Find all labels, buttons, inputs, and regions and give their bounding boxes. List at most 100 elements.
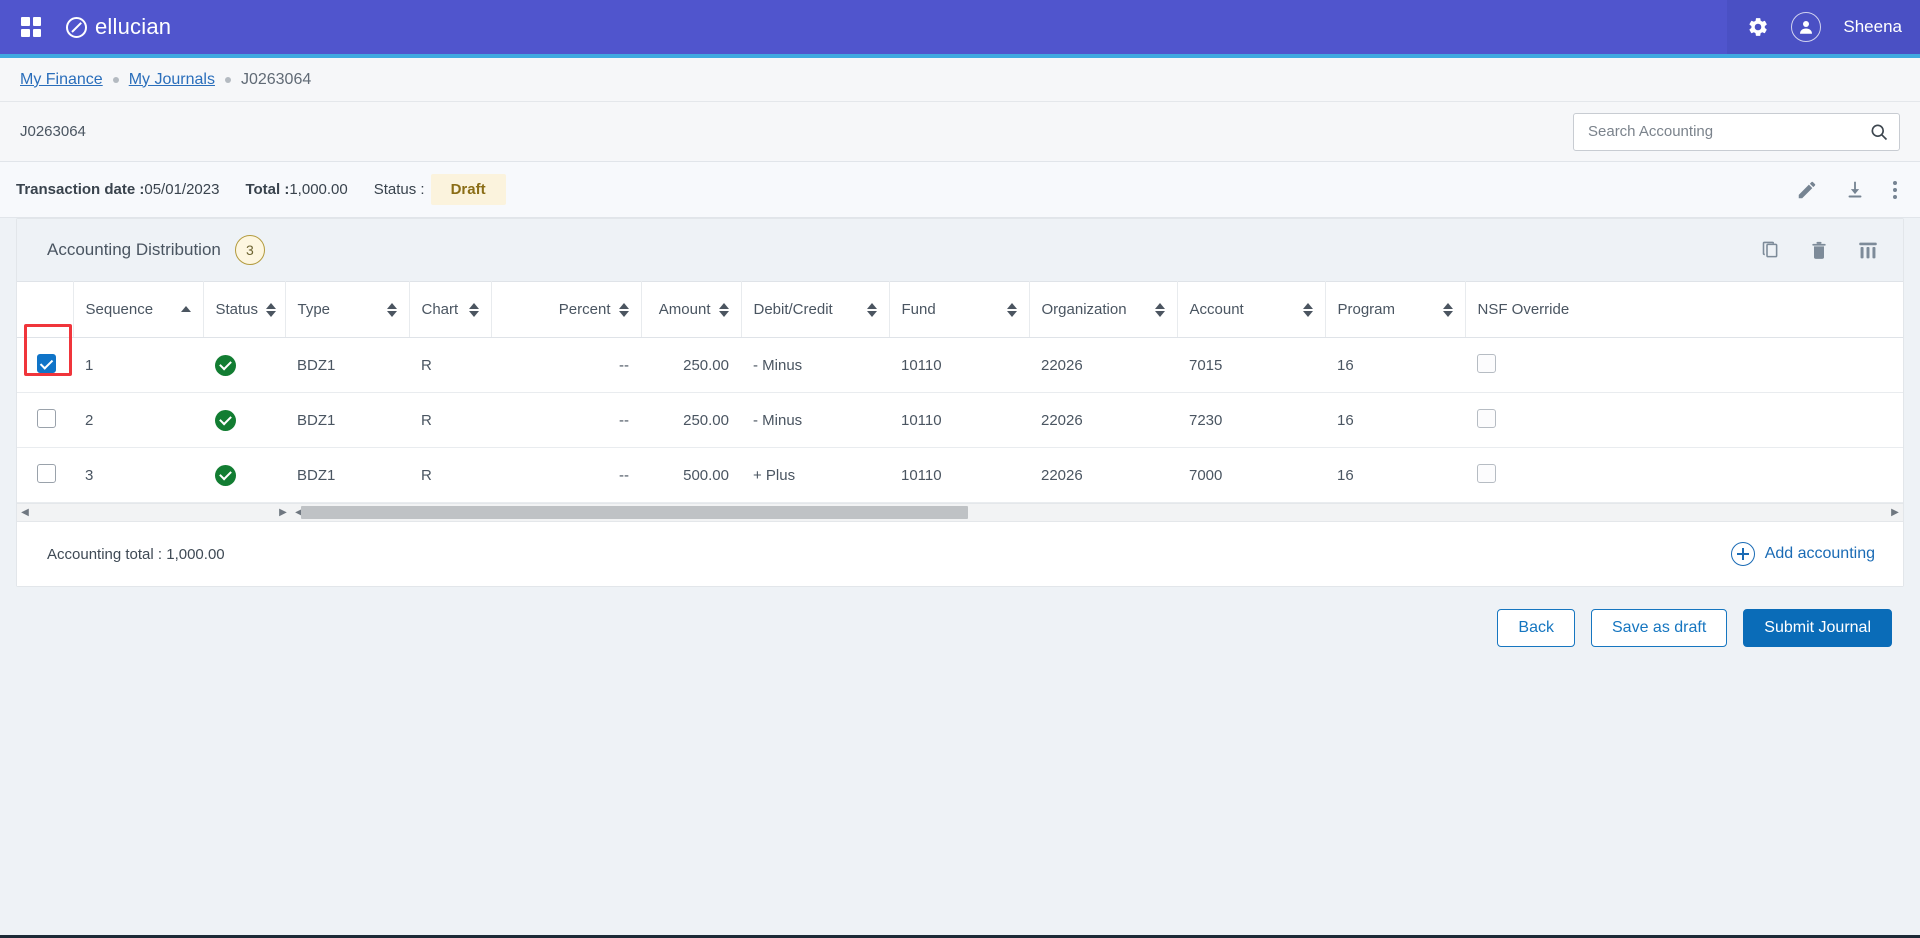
edit-icon[interactable] (1796, 179, 1818, 201)
column-header-percent[interactable]: Percent (491, 281, 642, 338)
nsf-override-checkbox[interactable] (1477, 408, 1496, 428)
sort-toggle-debit-credit[interactable] (866, 302, 877, 317)
column-header-debit-credit[interactable]: Debit/Credit (741, 281, 890, 338)
table-row[interactable]: 1 BDZ1 R -- 250.00 - Minus 10110 22026 7… (17, 337, 1903, 393)
nsf-override-checkbox[interactable] (1477, 353, 1496, 373)
cell-type: BDZ1 (285, 447, 409, 503)
gear-icon[interactable] (1747, 16, 1769, 38)
delete-icon[interactable] (1809, 240, 1829, 261)
sort-toggle-sequence[interactable] (180, 305, 191, 314)
row-select-checkbox[interactable] (37, 353, 56, 373)
cell-chart: R (409, 337, 491, 393)
sort-toggle-type[interactable] (386, 302, 397, 317)
sort-toggle-status[interactable] (266, 302, 277, 317)
scrollbar-thumb[interactable] (301, 506, 968, 519)
column-header-select (17, 281, 74, 338)
section-count-badge: 3 (234, 235, 265, 265)
scroll-left-arrow-icon[interactable]: ◀ (17, 507, 33, 518)
user-avatar-icon[interactable] (1791, 12, 1822, 42)
copy-icon[interactable] (1760, 240, 1781, 261)
cell-program: 16 (1325, 392, 1465, 448)
table-row[interactable]: 3 BDZ1 R -- 500.00 + Plus 10110 22026 70… (17, 447, 1903, 503)
column-label-amount: Amount (658, 301, 711, 318)
column-header-amount[interactable]: Amount (641, 281, 742, 338)
column-header-account[interactable]: Account (1177, 281, 1326, 338)
cell-sequence: 2 (73, 392, 203, 448)
table-header-row: Sequence Status Type Chart Percent Amoun… (17, 281, 1903, 338)
breadcrumb-item-my-journals[interactable]: My Journals (129, 71, 215, 89)
cell-nsf-override[interactable] (1465, 337, 1903, 393)
row-select-cell[interactable] (17, 447, 73, 503)
status-badge: Draft (430, 174, 506, 205)
search-icon[interactable] (1869, 122, 1889, 142)
column-label-nsf-override: NSF Override (1477, 301, 1570, 318)
cell-debit-credit: - Minus (741, 337, 889, 393)
status-valid-icon (215, 409, 236, 431)
row-select-checkbox[interactable] (37, 408, 56, 428)
search-input[interactable] (1586, 122, 1869, 141)
row-select-cell[interactable] (17, 392, 73, 448)
save-as-draft-button[interactable]: Save as draft (1591, 609, 1728, 647)
sort-toggle-percent[interactable] (618, 302, 629, 317)
column-header-fund[interactable]: Fund (889, 281, 1030, 338)
column-header-sequence[interactable]: Sequence (73, 281, 204, 338)
column-header-chart[interactable]: Chart (409, 281, 492, 338)
column-header-program[interactable]: Program (1325, 281, 1466, 338)
cell-percent: -- (491, 337, 641, 393)
scroll-right-arrow-icon[interactable]: ▶ (1887, 507, 1903, 518)
scrollbar-track[interactable]: ▶ ◀ (33, 504, 1887, 521)
plus-circle-icon (1730, 542, 1755, 566)
sort-toggle-organization[interactable] (1154, 302, 1165, 317)
download-icon[interactable] (1844, 179, 1866, 201)
brand-logo[interactable]: ellucian (66, 14, 171, 40)
nsf-override-checkbox[interactable] (1477, 463, 1496, 483)
page-title: J0263064 (20, 123, 86, 140)
table-horizontal-scrollbar[interactable]: ◀ ▶ ◀ ▶ (17, 503, 1903, 522)
sort-toggle-chart[interactable] (468, 302, 479, 317)
cell-account: 7230 (1177, 392, 1325, 448)
cell-nsf-override[interactable] (1465, 392, 1903, 448)
sort-toggle-program[interactable] (1442, 302, 1453, 317)
sort-toggle-fund[interactable] (1006, 302, 1017, 317)
form-actions: Back Save as draft Submit Journal (0, 587, 1920, 647)
transaction-date-value: 05/01/2023 (144, 181, 220, 198)
row-select-cell[interactable] (17, 337, 73, 393)
column-label-organization: Organization (1041, 301, 1127, 318)
accounting-total: Accounting total : 1,000.00 (47, 545, 225, 563)
status-valid-icon (215, 354, 236, 376)
submit-journal-button[interactable]: Submit Journal (1743, 609, 1892, 647)
column-label-status: Status (215, 301, 259, 318)
table-body: 1 BDZ1 R -- 250.00 - Minus 10110 22026 7… (17, 337, 1903, 503)
back-button[interactable]: Back (1497, 609, 1575, 647)
column-header-nsf-override: NSF Override (1465, 281, 1903, 338)
section-title-group: Accounting Distribution 3 (47, 235, 265, 265)
card-header-actions (1760, 240, 1879, 261)
breadcrumb-item-my-finance[interactable]: My Finance (20, 71, 103, 89)
add-accounting-button[interactable]: Add accounting (1730, 542, 1875, 566)
breadcrumb: My Finance My Journals J0263064 (0, 58, 1920, 102)
table-row[interactable]: 2 BDZ1 R -- 250.00 - Minus 10110 22026 7… (17, 392, 1903, 448)
add-accounting-label: Add accounting (1764, 545, 1875, 562)
search-accounting-box[interactable] (1573, 112, 1900, 151)
cell-amount: 250.00 (641, 392, 741, 448)
cell-amount: 250.00 (641, 337, 741, 393)
column-settings-icon[interactable] (1857, 240, 1879, 261)
more-options-icon[interactable] (1892, 179, 1898, 201)
cell-organization: 22026 (1029, 447, 1177, 503)
sort-toggle-account[interactable] (1302, 302, 1313, 317)
sort-toggle-amount[interactable] (718, 302, 729, 317)
column-label-sequence: Sequence (85, 301, 154, 318)
row-select-checkbox[interactable] (37, 463, 56, 483)
scroll-left-arrow-inner-icon[interactable]: ▶ (275, 504, 291, 521)
cell-nsf-override[interactable] (1465, 447, 1903, 503)
total-label: Total : (245, 181, 290, 198)
column-label-account: Account (1189, 301, 1244, 318)
cell-fund: 10110 (889, 392, 1029, 448)
grid-apps-icon[interactable] (14, 10, 48, 44)
column-label-fund: Fund (901, 301, 936, 318)
breadcrumb-separator-icon (112, 76, 119, 83)
column-header-type[interactable]: Type (285, 281, 410, 338)
column-header-organization[interactable]: Organization (1029, 281, 1178, 338)
column-header-status[interactable]: Status (203, 281, 286, 338)
cell-organization: 22026 (1029, 337, 1177, 393)
